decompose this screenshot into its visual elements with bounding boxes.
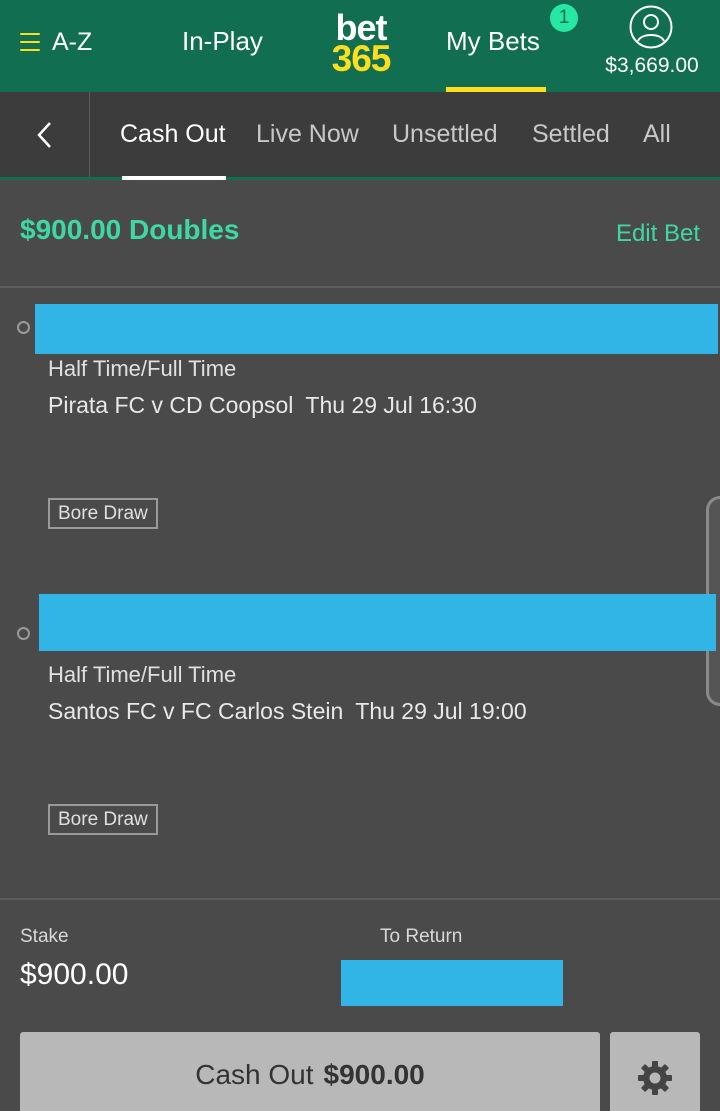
to-return-label: To Return — [380, 926, 463, 947]
fixture-teams: Santos FC v FC Carlos Stein — [48, 698, 344, 724]
selection-market: Half Time/Full Time — [48, 662, 237, 687]
divider — [0, 286, 720, 288]
redacted-selection-name — [35, 304, 718, 354]
nav-mybets[interactable]: My Bets — [446, 26, 540, 57]
cash-out-label: Cash Out — [195, 1059, 314, 1090]
account-balance[interactable]: $3,669.00 — [600, 54, 704, 78]
selection-status-dot — [17, 627, 30, 640]
selection-fixture: Pirata FC v CD Coopsol Thu 29 Jul 16:30 — [48, 392, 477, 419]
mybets-count-badge: 1 — [550, 4, 578, 32]
active-tab-indicator — [122, 176, 226, 180]
stake-label: Stake — [20, 926, 69, 947]
fixture-datetime: Thu 29 Jul 19:00 — [355, 698, 527, 724]
hamburger-icon — [20, 33, 40, 51]
back-button[interactable] — [0, 92, 90, 177]
gear-icon — [638, 1061, 672, 1095]
fixture-teams: Pirata FC v CD Coopsol — [48, 392, 294, 418]
bet365-logo[interactable]: bet 365 — [322, 8, 400, 79]
tab-live-now[interactable]: Live Now — [256, 120, 359, 149]
selection-tag: Bore Draw — [48, 804, 158, 835]
tab-unsettled[interactable]: Unsettled — [392, 120, 498, 149]
stake-value: $900.00 — [20, 958, 129, 991]
mybets-subnav: Cash Out Live Now Unsettled Settled All — [0, 92, 720, 180]
redacted-selection-name — [39, 594, 716, 651]
tab-settled[interactable]: Settled — [532, 120, 610, 149]
tab-cash-out[interactable]: Cash Out — [120, 120, 226, 149]
tab-all[interactable]: All — [643, 120, 671, 149]
selection-fixture: Santos FC v FC Carlos Stein Thu 29 Jul 19… — [48, 698, 527, 725]
chevron-left-icon — [36, 121, 51, 148]
account-icon[interactable] — [628, 4, 674, 50]
selection-tag: Bore Draw — [48, 498, 158, 529]
cash-out-amount: $900.00 — [323, 1059, 425, 1090]
edit-bet-link[interactable]: Edit Bet — [616, 220, 700, 248]
az-menu-button[interactable]: A-Z — [20, 26, 92, 58]
fixture-datetime: Thu 29 Jul 16:30 — [305, 392, 477, 418]
bet-title: $900.00 Doubles — [20, 214, 240, 245]
selection-market: Half Time/Full Time — [48, 356, 237, 381]
top-header: A-Z In-Play bet 365 My Bets 1 $3,669.00 — [0, 0, 720, 92]
logo-bottom-text: 365 — [331, 38, 392, 79]
cash-out-settings-button[interactable] — [610, 1032, 700, 1111]
redacted-return-value — [341, 960, 563, 1006]
cash-out-button[interactable]: Cash Out $900.00 — [20, 1032, 600, 1111]
divider — [0, 898, 720, 900]
nav-inplay[interactable]: In-Play — [182, 26, 263, 57]
az-menu-label: A-Z — [52, 27, 93, 56]
selection-status-dot — [17, 321, 30, 334]
